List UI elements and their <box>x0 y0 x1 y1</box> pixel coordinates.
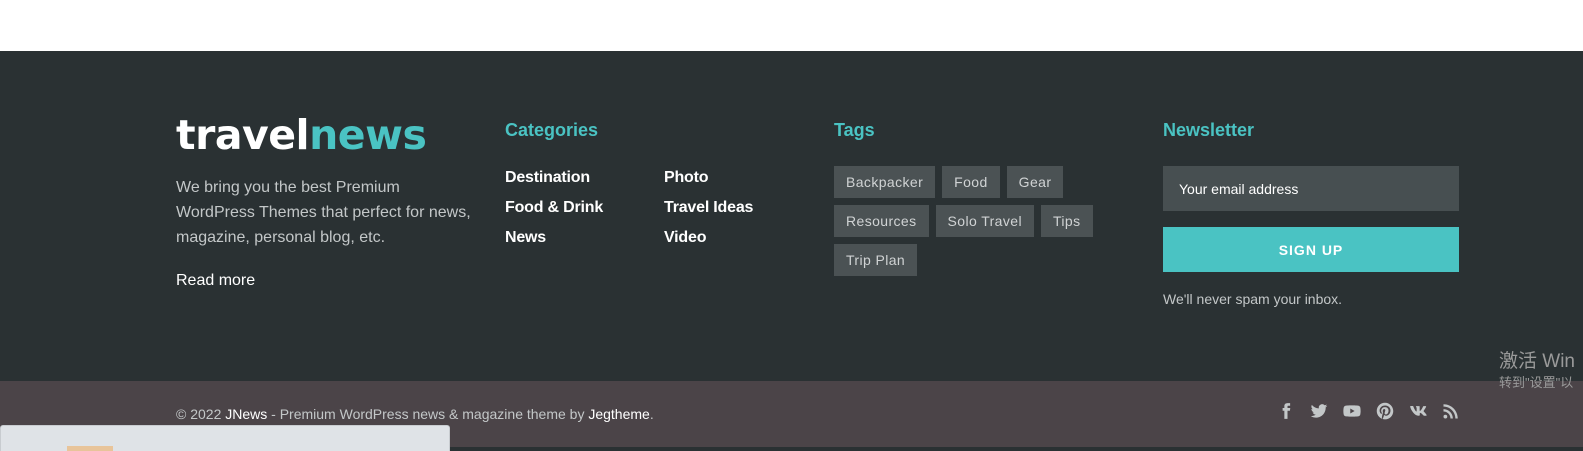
copyright-suffix: . <box>649 406 654 422</box>
categories-title: Categories <box>505 120 599 140</box>
footer-brand-column: travelnews We bring you the best Premium… <box>176 113 476 290</box>
logo-word-travel: travel <box>176 111 310 159</box>
copyright-prefix: © 2022 <box>176 406 226 422</box>
page-top-area <box>0 0 1583 51</box>
logo-word-news: news <box>309 111 427 159</box>
copyright-middle: - Premium WordPress news & magazine them… <box>267 406 589 422</box>
tag-resources[interactable]: Resources <box>834 205 929 237</box>
jnews-link[interactable]: JNews <box>225 406 267 422</box>
tag-tips[interactable]: Tips <box>1040 205 1093 237</box>
twitter-icon[interactable] <box>1309 401 1329 421</box>
tag-food[interactable]: Food <box>942 166 1000 198</box>
social-links <box>1276 401 1461 421</box>
category-link-photo[interactable]: Photo <box>664 167 804 189</box>
youtube-icon[interactable] <box>1342 401 1362 421</box>
sign-up-button[interactable]: SIGN UP <box>1163 227 1459 272</box>
jegtheme-link[interactable]: Jegtheme <box>588 406 649 422</box>
tag-gear[interactable]: Gear <box>1006 166 1064 198</box>
vk-icon[interactable] <box>1408 401 1428 421</box>
footer-newsletter-widget: Newsletter SIGN UP We'll never spam your… <box>1163 119 1459 307</box>
category-link-food-drink[interactable]: Food & Drink <box>505 197 664 219</box>
footer-tags-widget: Tags Backpacker Food Gear Resources Solo… <box>834 119 1124 276</box>
copyright-text: © 2022 JNews - Premium WordPress news & … <box>176 406 654 422</box>
facebook-icon[interactable] <box>1276 401 1296 421</box>
category-link-destination[interactable]: Destination <box>505 167 664 189</box>
category-link-video[interactable]: Video <box>664 227 804 249</box>
tag-trip-plan[interactable]: Trip Plan <box>834 244 918 276</box>
pinterest-icon[interactable] <box>1375 401 1395 421</box>
footer-main: travelnews We bring you the best Premium… <box>0 51 1583 381</box>
footer-logo[interactable]: travelnews <box>176 113 476 157</box>
newsletter-note: We'll never spam your inbox. <box>1163 291 1343 307</box>
category-link-news[interactable]: News <box>505 227 664 249</box>
browser-popup-panel[interactable] <box>0 425 450 451</box>
categories-list: Destination Photo Food & Drink Travel Id… <box>505 167 805 249</box>
read-more-link[interactable]: Read more <box>176 272 255 290</box>
tags-title: Tags <box>834 120 875 140</box>
category-link-travel-ideas[interactable]: Travel Ideas <box>664 197 804 219</box>
tag-backpacker[interactable]: Backpacker <box>834 166 936 198</box>
watermark-line-1: 激活 Win <box>1499 351 1576 372</box>
footer-about-text: We bring you the best Premium WordPress … <box>176 179 471 246</box>
tag-cloud: Backpacker Food Gear Resources Solo Trav… <box>834 166 1124 276</box>
popup-accent-block <box>67 446 113 451</box>
watermark-line-2: 转到"设置"以 <box>1499 375 1574 390</box>
rss-icon[interactable] <box>1441 401 1461 421</box>
footer-categories-widget: Categories Destination Photo Food & Drin… <box>505 119 805 249</box>
newsletter-title: Newsletter <box>1163 120 1255 140</box>
newsletter-email-input[interactable] <box>1163 166 1459 211</box>
windows-activation-watermark: 激活 Win 转到"设置"以 <box>1499 352 1575 389</box>
tag-solo-travel[interactable]: Solo Travel <box>935 205 1034 237</box>
